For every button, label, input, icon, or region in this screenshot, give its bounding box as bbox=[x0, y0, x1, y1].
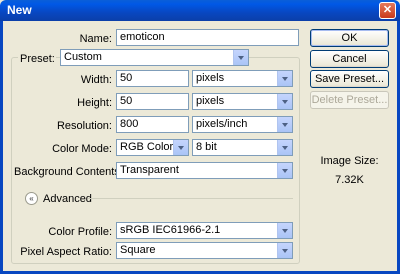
color-mode-select[interactable]: RGB Color bbox=[116, 139, 189, 156]
height-label: Height: bbox=[77, 97, 112, 109]
height-input[interactable]: 50 bbox=[116, 93, 189, 110]
width-input[interactable]: 50 bbox=[116, 70, 189, 87]
pixel-aspect-ratio-value: Square bbox=[120, 244, 156, 256]
color-profile-value: sRGB IEC61966-2.1 bbox=[120, 224, 221, 236]
height-unit-select[interactable]: pixels bbox=[192, 93, 293, 110]
preset-select[interactable]: Custom bbox=[60, 49, 249, 66]
chevron-down-icon[interactable] bbox=[173, 140, 188, 155]
title-bar[interactable]: New ✕ bbox=[0, 0, 400, 21]
chevron-down-icon[interactable] bbox=[277, 71, 292, 86]
close-icon[interactable]: ✕ bbox=[379, 2, 396, 19]
resolution-unit-value: pixels/inch bbox=[196, 118, 248, 130]
collapse-advanced-icon[interactable]: « bbox=[25, 192, 38, 205]
width-label: Width: bbox=[80, 74, 112, 86]
window-title: New bbox=[7, 3, 32, 17]
chevron-down-icon[interactable] bbox=[277, 243, 292, 258]
background-contents-label: Background Contents: bbox=[14, 166, 123, 178]
chevron-down-icon[interactable] bbox=[277, 94, 292, 109]
bit-depth-select[interactable]: 8 bit bbox=[192, 139, 293, 156]
chevron-down-icon[interactable] bbox=[277, 140, 292, 155]
width-unit-select[interactable]: pixels bbox=[192, 70, 293, 87]
delete-preset-button[interactable]: Delete Preset... bbox=[310, 91, 389, 109]
pixel-aspect-ratio-label: Pixel Aspect Ratio: bbox=[20, 246, 112, 258]
height-unit-value: pixels bbox=[196, 95, 225, 107]
save-preset-button[interactable]: Save Preset... bbox=[310, 70, 389, 88]
resolution-label: Resolution: bbox=[56, 120, 112, 132]
image-size-label: Image Size: bbox=[320, 155, 379, 167]
pixel-aspect-ratio-select[interactable]: Square bbox=[116, 242, 293, 259]
chevron-down-icon[interactable] bbox=[277, 163, 292, 178]
advanced-divider bbox=[88, 198, 293, 199]
background-contents-select[interactable]: Transparent bbox=[116, 162, 293, 179]
name-input[interactable]: emoticon bbox=[116, 29, 299, 46]
image-size-value: 7.32K bbox=[335, 174, 364, 186]
width-unit-value: pixels bbox=[196, 72, 225, 84]
preset-label: Preset: bbox=[18, 53, 56, 65]
advanced-label[interactable]: Advanced bbox=[43, 193, 92, 205]
resolution-unit-select[interactable]: pixels/inch bbox=[192, 116, 293, 133]
resolution-input[interactable]: 800 bbox=[116, 116, 189, 133]
ok-button[interactable]: OK bbox=[310, 29, 389, 47]
name-label: Name: bbox=[79, 33, 112, 45]
color-profile-select[interactable]: sRGB IEC61966-2.1 bbox=[116, 222, 293, 239]
preset-value: Custom bbox=[64, 51, 102, 63]
chevron-down-icon[interactable] bbox=[277, 223, 292, 238]
cancel-button[interactable]: Cancel bbox=[310, 50, 389, 68]
color-mode-label: Color Mode: bbox=[52, 143, 112, 155]
background-contents-value: Transparent bbox=[120, 164, 179, 176]
color-profile-label: Color Profile: bbox=[48, 226, 112, 238]
color-mode-value: RGB Color bbox=[120, 141, 174, 153]
chevron-down-icon[interactable] bbox=[277, 117, 292, 132]
chevron-down-icon[interactable] bbox=[233, 50, 248, 65]
bit-depth-value: 8 bit bbox=[196, 141, 217, 153]
